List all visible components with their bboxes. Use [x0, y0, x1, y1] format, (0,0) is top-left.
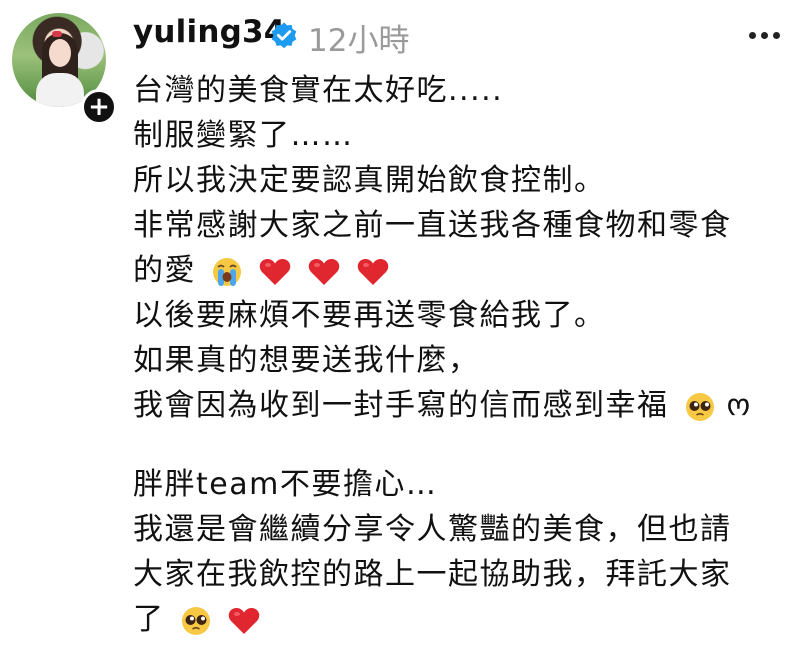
username-link[interactable]: yuling34	[133, 14, 286, 50]
post-text: 的愛	[133, 253, 196, 288]
avatar-bow	[52, 31, 62, 37]
more-dot	[773, 32, 780, 39]
post-text: 了	[133, 602, 165, 637]
more-options-icon[interactable]	[749, 32, 780, 39]
post-line: 我會因為收到一封手寫的信而感到幸福 ო	[133, 383, 783, 428]
post-line: 所以我決定要認真開始飲食控制。	[133, 158, 783, 203]
follow-plus-icon[interactable]: +	[81, 89, 117, 125]
post-line: 大家在我飲控的路上一起協助我，拜託大家	[133, 552, 783, 597]
post-timestamp[interactable]: 12小時	[308, 15, 409, 60]
post-text: 非常感謝大家之前一直送我各種食物和零食	[133, 208, 732, 243]
post-header: yuling34 12小時	[133, 12, 780, 59]
red-heart-emoji	[228, 607, 259, 634]
post-body: 台灣的美食實在太好吃..... 制服變緊了…… 所以我決定要認真開始飲食控制。 …	[133, 68, 783, 642]
post-line: 以後要麻煩不要再送零食給我了。	[133, 293, 783, 338]
post-line: 胖胖team不要擔心…	[133, 462, 783, 507]
avatar-body	[36, 73, 84, 107]
post-line: 我還是會繼續分享令人驚豔的美食，但也請	[133, 507, 783, 552]
post-line: 制服變緊了……	[133, 113, 783, 158]
post-text: 制服變緊了……	[133, 118, 354, 153]
post-text: 大家在我飲控的路上一起協助我，拜託大家	[133, 557, 732, 592]
post-text: 台灣的美食實在太好吃.....	[133, 73, 504, 108]
red-heart-emoji	[357, 258, 389, 285]
post-line: 如果真的想要送我什麼，	[133, 338, 783, 383]
post-text: 如果真的想要送我什麼，	[133, 343, 480, 378]
post-text: 我還是會繼續分享令人驚豔的美食，但也請	[133, 512, 732, 547]
author-avatar-group[interactable]: +	[12, 13, 117, 125]
red-heart-emoji	[259, 258, 291, 285]
post-text: 以後要麻煩不要再送零食給我了。	[133, 298, 606, 333]
more-dot	[749, 32, 756, 39]
post-line: 的愛	[133, 248, 783, 293]
avatar-face	[49, 39, 71, 67]
verified-badge-icon	[271, 22, 297, 49]
more-dot	[761, 32, 768, 39]
post-line: 了	[133, 597, 783, 642]
loudly-crying-face-emoji	[213, 257, 242, 286]
pleading-face-emoji	[181, 606, 210, 635]
post-line: 非常感謝大家之前一直送我各種食物和零食	[133, 203, 783, 248]
post-text: 所以我決定要認真開始飲食控制。	[133, 163, 606, 198]
post-text: 胖胖team不要擔心…	[133, 467, 438, 502]
red-heart-emoji	[308, 258, 340, 285]
cheek-symbol: ო	[726, 388, 752, 423]
post-line: 台灣的美食實在太好吃.....	[133, 68, 783, 113]
pleading-face-emoji	[685, 392, 714, 421]
post-text: 我會因為收到一封手寫的信而感到幸福	[133, 388, 669, 423]
